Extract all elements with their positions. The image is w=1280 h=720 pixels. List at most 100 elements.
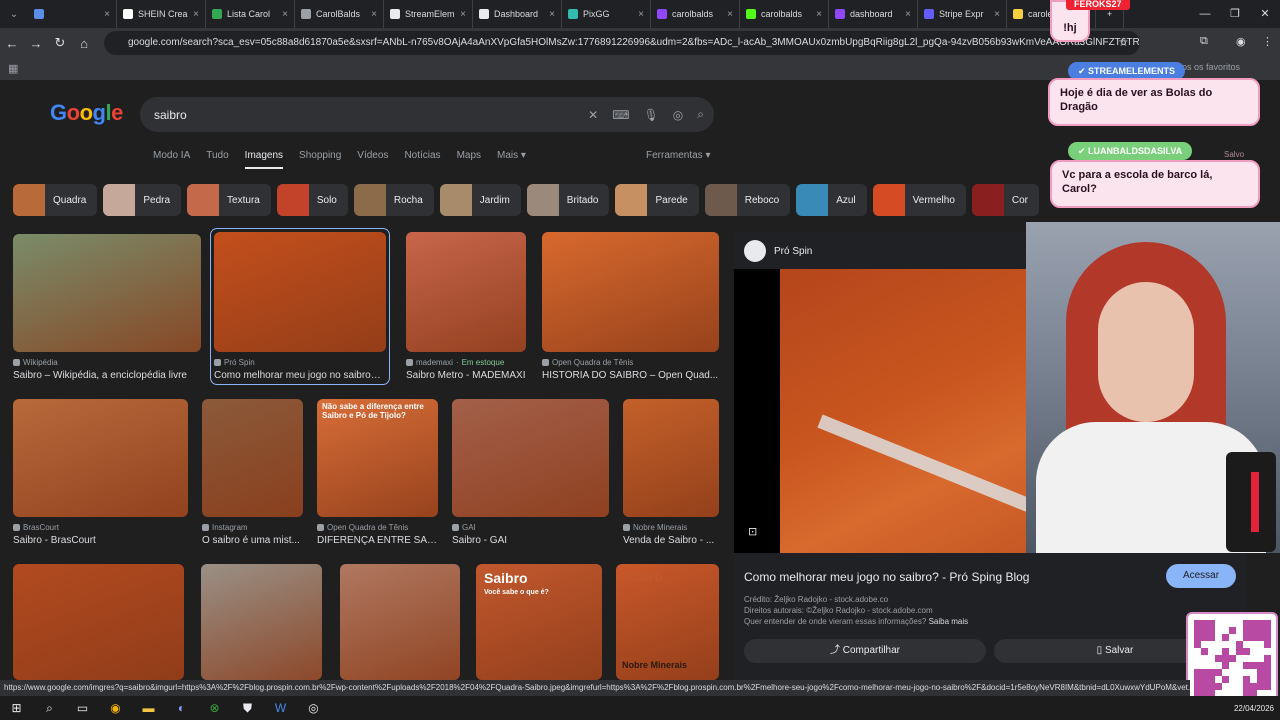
search-tab[interactable]: Maps	[457, 150, 481, 169]
image-result[interactable]	[13, 564, 184, 680]
tab-close-icon[interactable]: ×	[104, 9, 110, 20]
refine-chip[interactable]: Quadra	[13, 184, 98, 216]
result-thumbnail[interactable]	[214, 232, 386, 352]
visit-button[interactable]: Acessar	[1166, 564, 1236, 588]
browser-tab[interactable]: Lista Carol ×	[206, 0, 295, 28]
search-tab[interactable]: Modo IA	[153, 150, 190, 169]
tab-close-icon[interactable]: ×	[994, 9, 1000, 20]
tab-close-icon[interactable]: ×	[282, 9, 288, 20]
image-result[interactable]: Pró Spin Como melhorar meu jogo no saibro…	[210, 228, 390, 385]
search-tab[interactable]: Mais ▾	[497, 150, 526, 169]
explorer-icon[interactable]: ▬	[132, 701, 165, 715]
browser-tab[interactable]: StreamElem ×	[384, 0, 473, 28]
result-title[interactable]: Saibro Metro - MADEMAXI	[406, 370, 526, 381]
preview-title[interactable]: Como melhorar meu jogo no saibro? - Pró …	[744, 570, 1029, 584]
refine-chip[interactable]: Cor	[971, 184, 1040, 216]
microphone-icon[interactable]: 🎙	[644, 108, 659, 122]
refine-chip[interactable]: Textura	[187, 184, 271, 216]
close-icon[interactable]: ✕	[1250, 0, 1280, 28]
search-tab[interactable]: Tudo	[206, 150, 228, 169]
shield-icon[interactable]: ⛊	[231, 701, 264, 716]
image-result[interactable]	[201, 564, 322, 680]
discord-icon[interactable]: ◐	[165, 701, 198, 715]
result-title[interactable]: Saibro - GAI	[452, 535, 609, 546]
url-field[interactable]: google.com/search?sca_esv=05c88a8d61870a…	[104, 31, 1140, 55]
search-tab[interactable]: Shopping	[299, 150, 341, 169]
browser-tab[interactable]: SHEIN Crea ×	[117, 0, 206, 28]
image-result[interactable]: Open Quadra de Tênis HISTÓRIA DO SAIBRO –…	[542, 232, 719, 381]
image-result[interactable]: BrasCourt Saibro - BrasCourt	[13, 399, 188, 546]
chrome-icon[interactable]: ◉	[99, 701, 132, 715]
result-title[interactable]: Saibro - BrasCourt	[13, 535, 188, 546]
share-button[interactable]: ⤴ Compartilhar	[744, 639, 986, 663]
learn-more-link[interactable]: Saiba mais	[929, 617, 969, 626]
browser-tab[interactable]: Dashboard ×	[473, 0, 562, 28]
tab-close-icon[interactable]: ×	[460, 9, 466, 20]
result-thumbnail[interactable]	[13, 564, 184, 680]
tab-close-icon[interactable]: ×	[638, 9, 644, 20]
google-logo[interactable]: Google	[50, 100, 123, 126]
word-icon[interactable]: W	[264, 701, 297, 715]
result-thumbnail[interactable]	[201, 564, 322, 680]
search-tab[interactable]: Imagens	[244, 150, 284, 169]
menu-icon[interactable]: ⋮	[1262, 35, 1273, 48]
browser-tab[interactable]: carolbalds ×	[740, 0, 829, 28]
obs-icon[interactable]: ◎	[297, 701, 330, 715]
result-title[interactable]: DIFERENÇA ENTRE SAI...	[317, 535, 438, 546]
image-result[interactable]: GAI Saibro - GAI	[452, 399, 609, 546]
image-result[interactable]: Instagram O saibro é uma mist...	[202, 399, 303, 546]
refine-chip[interactable]: Rocha	[353, 184, 434, 216]
refine-chip[interactable]: Azul	[796, 184, 867, 216]
result-title[interactable]: HISTÓRIA DO SAIBRO – Open Quad...	[542, 370, 719, 381]
tab-close-icon[interactable]: ×	[816, 9, 822, 20]
image-result[interactable]: Open Quadra de Tênis DIFERENÇA ENTRE SAI.…	[317, 399, 438, 546]
search-icon[interactable]: ⌕	[697, 107, 704, 122]
browser-tab[interactable]: carolbalds ×	[651, 0, 740, 28]
result-thumbnail[interactable]	[542, 232, 719, 352]
minimize-icon[interactable]: —	[1190, 0, 1220, 28]
back-icon[interactable]: ←	[0, 36, 24, 51]
browser-tab[interactable]: ×	[28, 0, 117, 28]
preview-source[interactable]: Pró Spin	[774, 246, 812, 257]
refine-chip[interactable]: Jardim	[439, 184, 521, 216]
tab-close-icon[interactable]: ×	[371, 9, 377, 20]
windows-start-icon[interactable]: ⊞	[0, 701, 33, 715]
image-result[interactable]: Nobre Minerais Venda de Saibro - ...	[623, 399, 719, 546]
result-title[interactable]: Saibro – Wikipédia, a enciclopédia livre	[13, 370, 201, 381]
refine-chip[interactable]: Pedra	[103, 184, 182, 216]
tab-search-icon[interactable]: ⌄	[0, 0, 28, 28]
result-thumbnail[interactable]	[13, 399, 188, 517]
profile-icon[interactable]: ◉	[1236, 35, 1246, 48]
refine-chip[interactable]: Parede	[615, 184, 699, 216]
result-title[interactable]: Como melhorar meu jogo no saibro? ...	[214, 370, 386, 381]
bookmark-star-icon[interactable]: ☆	[1118, 35, 1129, 49]
search-input[interactable]	[154, 107, 564, 122]
result-thumbnail[interactable]	[452, 399, 609, 517]
task-view-icon[interactable]: ▭	[66, 701, 99, 715]
forward-icon[interactable]: →	[24, 36, 48, 51]
result-thumbnail[interactable]	[623, 399, 719, 517]
browser-tab[interactable]: PixGG ×	[562, 0, 651, 28]
home-icon[interactable]: ⌂	[72, 36, 96, 51]
keyboard-icon[interactable]: ⌨	[612, 108, 629, 122]
search-tab[interactable]: Notícias	[404, 150, 440, 169]
lens-icon[interactable]: ◎	[673, 108, 683, 122]
browser-tab[interactable]: CarolBalds ×	[295, 0, 384, 28]
maximize-icon[interactable]: ❐	[1220, 0, 1250, 28]
result-thumbnail[interactable]	[406, 232, 526, 352]
lens-search-icon[interactable]: ⊡	[748, 525, 757, 538]
image-result[interactable]	[340, 564, 460, 680]
tab-close-icon[interactable]: ×	[193, 9, 199, 20]
reload-icon[interactable]: ↻	[48, 35, 72, 51]
extensions-icon[interactable]: ⧉	[1200, 35, 1208, 48]
tools-button[interactable]: Ferramentas ▾	[646, 150, 710, 161]
image-result[interactable]: mademaxi · Em estoque Saibro Metro - MADEMA…	[406, 232, 526, 381]
result-thumbnail[interactable]	[13, 234, 201, 352]
xbox-icon[interactable]: ⊗	[198, 701, 231, 715]
search-taskbar-icon[interactable]: ⌕	[33, 701, 66, 716]
refine-chip[interactable]: Britado	[526, 184, 610, 216]
browser-tab[interactable]: Stripe Expr ×	[918, 0, 1007, 28]
result-thumbnail[interactable]	[202, 399, 303, 517]
tab-close-icon[interactable]: ×	[549, 9, 555, 20]
result-thumbnail[interactable]	[340, 564, 460, 680]
